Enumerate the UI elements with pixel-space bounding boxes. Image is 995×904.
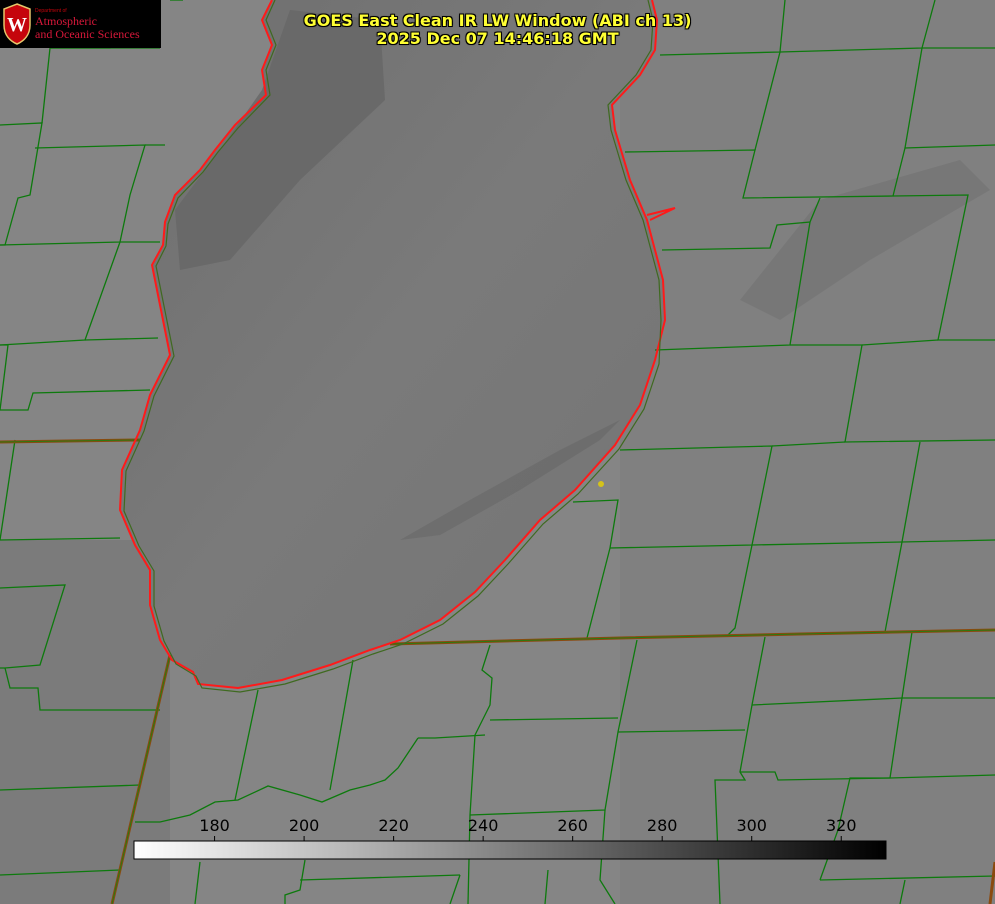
colorbar-tick-label: 260 [557,816,588,835]
colorbar-gradient [133,840,887,860]
colorbar-tick-label: 280 [647,816,678,835]
location-marker [598,481,604,487]
satellite-image-map: 180 200 220 240 260 280 300 320 [0,0,995,904]
colorbar-tick-label: 180 [199,816,230,835]
colorbar-tick-label: 300 [736,816,767,835]
image-title: GOES East Clean IR LW Window (ABI ch 13) [303,11,692,30]
colorbar-tick-label: 220 [378,816,409,835]
colorbar-tick-label: 320 [826,816,857,835]
land-shade-east [620,0,995,904]
colorbar-tick-label: 200 [289,816,320,835]
image-timestamp: 2025 Dec 07 14:46:18 GMT [376,29,619,48]
colorbar-tick-label: 240 [468,816,499,835]
